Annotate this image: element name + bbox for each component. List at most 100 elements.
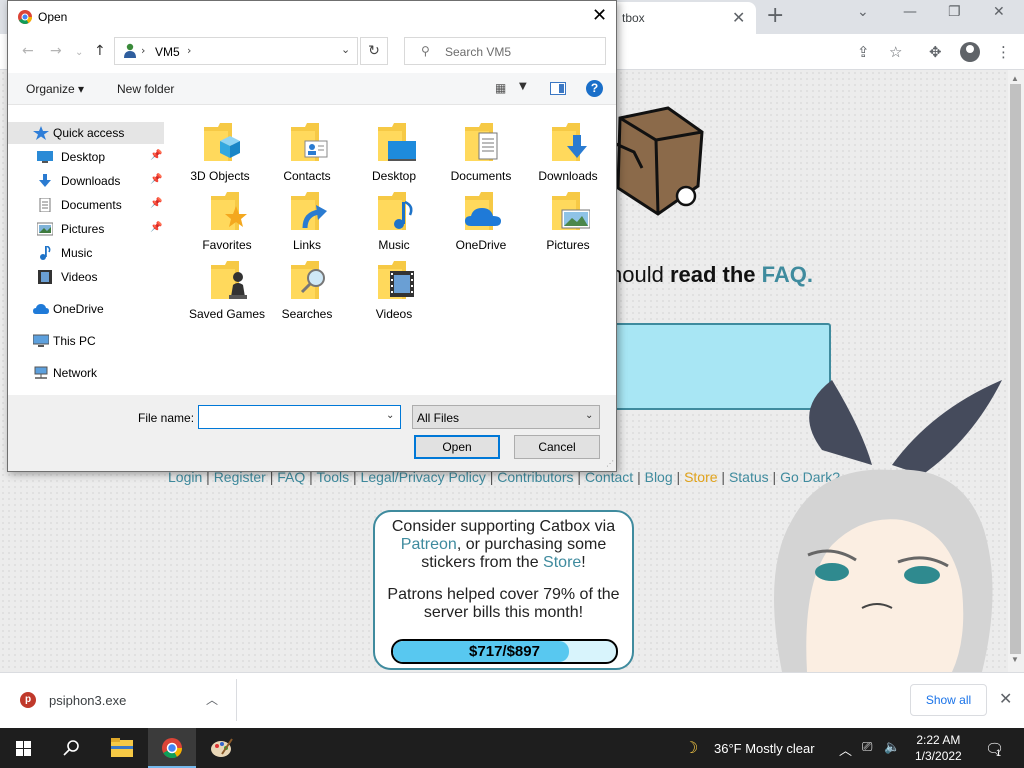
forward-arrow-icon[interactable]: → [50,43,62,59]
taskbar-file-explorer[interactable] [98,728,146,768]
folder-item-contacts[interactable]: Contacts [265,113,349,183]
nav-link-blog[interactable]: Blog [645,469,673,485]
folder-item-links[interactable]: Links [265,182,349,252]
scroll-down-arrow[interactable]: ▼ [1011,655,1019,664]
file-type-filter-select[interactable]: All Files ⌄ [412,405,600,429]
nav-item-network[interactable]: Network [8,362,164,384]
nav-link-store[interactable]: Store [684,469,717,485]
weather-widget[interactable]: 36°F Mostly clear [714,741,815,756]
cancel-button[interactable]: Cancel [514,435,600,459]
nav-item-onedrive[interactable]: OneDrive [8,298,164,320]
breadcrumb-separator-icon[interactable]: › [187,44,191,57]
nav-item-music[interactable]: Music [8,242,164,264]
folder-item-favorites[interactable]: Favorites [185,182,269,252]
folder-item-3d-objects[interactable]: 3D Objects [178,113,262,183]
restore-button[interactable]: ❐ [948,4,961,20]
extensions-icon[interactable]: ✥ [929,43,942,61]
help-icon[interactable]: ? [586,80,603,97]
refresh-button[interactable]: ↻ [360,37,388,65]
pin-icon[interactable]: 📌 [150,150,162,161]
volume-muted-icon[interactable]: 🔈 [884,740,900,755]
nav-item-this-pc[interactable]: This PC [8,330,164,352]
tab-search-icon[interactable]: ⌄ [857,4,869,20]
preview-pane-icon[interactable] [550,82,566,95]
taskbar-paint[interactable] [198,728,246,768]
taskbar-search-button[interactable] [48,728,96,768]
organize-menu-button[interactable]: Organize ▾ [26,82,84,96]
bookmark-star-icon[interactable]: ☆ [889,43,902,61]
patreon-link[interactable]: Patreon [401,536,457,553]
nav-item-pictures[interactable]: Pictures 📌 [8,218,164,240]
address-bar[interactable]: › VM5 › ⌄ [114,37,358,65]
network-icon[interactable]: ⎚ [862,740,872,755]
folder-item-videos[interactable]: Videos [352,251,436,321]
nav-item-downloads[interactable]: Downloads 📌 [8,170,164,192]
taskbar-chrome[interactable] [148,728,196,768]
folder-item-downloads[interactable]: Downloads [526,113,610,183]
download-file-name[interactable]: psiphon3.exe [49,693,126,708]
refresh-icon: ↻ [368,43,380,59]
patron-coverage-text: Patrons helped cover 79% of the server b… [387,586,620,621]
pin-icon[interactable]: 📌 [150,222,162,233]
music-icon [40,246,51,260]
start-button[interactable] [0,728,48,768]
clock[interactable]: 2:22 AM 1/3/2022 [915,732,962,764]
breadcrumb-separator-icon[interactable]: › [141,44,145,57]
new-folder-button[interactable]: New folder [117,82,174,96]
download-options-chevron-icon[interactable]: ︿ [206,691,218,708]
minimize-button[interactable]: — [903,4,917,20]
change-view-icon[interactable]: ▦ [495,81,506,95]
dialog-close-icon[interactable]: ✕ [592,5,607,26]
search-input[interactable]: ⚲ Search VM5 [404,37,606,65]
nav-item-quick-access[interactable]: Quick access [8,122,164,144]
nav-item-videos[interactable]: Videos [8,266,164,288]
view-options-dropdown-icon[interactable]: ▼ [519,81,527,92]
window-close-button[interactable]: ✕ [993,4,1005,20]
funding-progress-label: $717/$897 [469,643,540,660]
chrome-icon [162,738,183,759]
faq-link[interactable]: FAQ [762,262,807,287]
pin-icon[interactable]: 📌 [150,198,162,209]
tab-close-icon[interactable]: ✕ [732,8,745,28]
download-bar-close-icon[interactable]: ✕ [999,689,1012,708]
scrollbar-thumb[interactable] [1010,84,1021,654]
folder-item-documents[interactable]: Documents [439,113,523,183]
breadcrumb-vm5[interactable]: VM5 [155,45,180,59]
nav-item-documents[interactable]: Documents 📌 [8,194,164,216]
folder-label: Pictures [546,238,590,252]
file-explorer-icon [111,738,133,757]
back-arrow-icon[interactable]: ← [22,43,34,59]
new-tab-button[interactable]: + [766,3,784,28]
folder-item-saved-games[interactable]: Saved Games [185,251,269,321]
pin-icon[interactable]: 📌 [150,174,162,185]
favorites-folder-icon [211,192,247,230]
folder-item-desktop[interactable]: Desktop [352,113,436,183]
folder-item-searches[interactable]: Searches [265,251,349,321]
clock-time: 2:22 AM [916,733,961,747]
browser-tab[interactable]: tbox ✕ [600,2,756,34]
scroll-up-arrow[interactable]: ▲ [1011,74,1019,83]
saved-games-folder-icon [211,261,247,299]
nav-item-desktop[interactable]: Desktop 📌 [8,146,164,168]
share-icon[interactable]: ⇪ [857,43,870,61]
open-button[interactable]: Open [414,435,500,459]
resize-grip-icon[interactable]: ⋰ [606,459,614,468]
up-arrow-icon[interactable]: ↑ [94,43,106,59]
show-hidden-icons-icon[interactable]: ︿ [839,740,852,759]
address-dropdown-chevron-icon[interactable]: ⌄ [341,43,350,56]
dialog-titlebar[interactable]: Open ✕ [8,1,616,33]
store-link[interactable]: Store [543,554,581,571]
download-bar: p psiphon3.exe ︿ Show all ✕ [0,672,1024,728]
folder-item-onedrive[interactable]: OneDrive [439,182,523,252]
file-name-history-chevron-icon[interactable]: ⌄ [386,410,394,421]
show-all-downloads-button[interactable]: Show all [910,684,987,716]
recent-locations-chevron-icon[interactable]: ⌄ [75,47,83,58]
notification-center-icon[interactable]: 🗨 [985,740,1004,758]
faq-dot: . [806,262,814,287]
download-icon [39,174,51,187]
profile-avatar[interactable] [960,42,980,62]
folder-item-pictures[interactable]: Pictures [526,182,610,252]
file-name-input[interactable] [198,405,401,429]
folder-item-music[interactable]: Music [352,182,436,252]
browser-menu-icon[interactable]: ⋮ [996,43,1011,61]
